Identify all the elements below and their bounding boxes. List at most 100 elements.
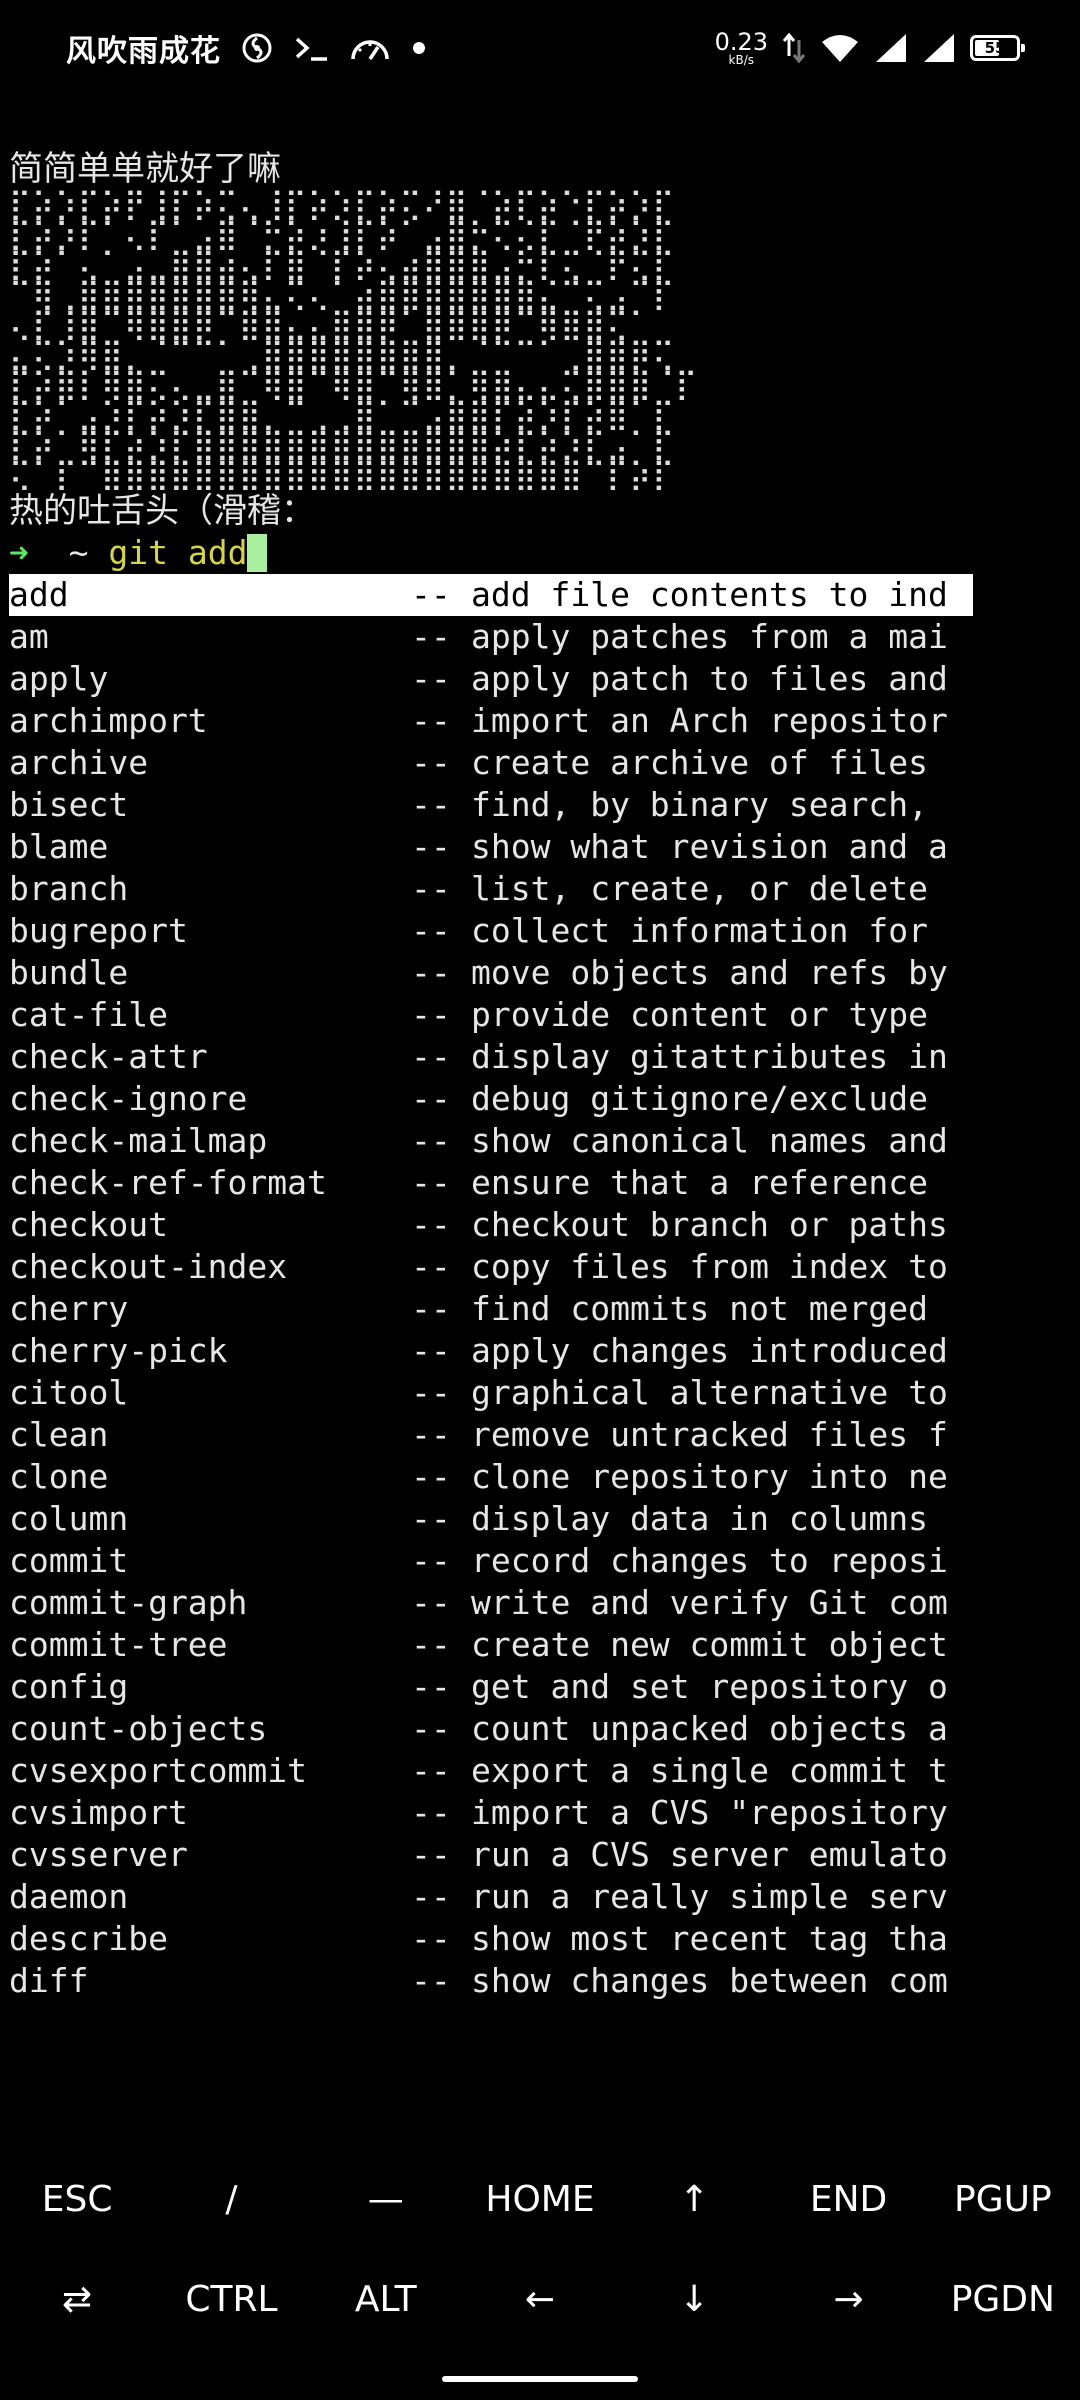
completion-item[interactable]: clean -- remove untracked files f (9, 1414, 973, 1456)
completion-item[interactable]: check-ref-format -- ensure that a referenc… (9, 1162, 973, 1204)
completion-separator: -- (411, 1373, 451, 1412)
completion-item[interactable]: check-ignore -- debug gitignore/exclude (9, 1078, 973, 1120)
arrow-left-key[interactable]: ← (463, 2250, 617, 2350)
slash-key[interactable]: / (154, 2150, 308, 2250)
completion-item[interactable]: cvsimport -- import a CVS "repository (9, 1792, 973, 1834)
completion-separator: -- (411, 1793, 451, 1832)
completion-item[interactable]: describe -- show most recent tag tha (9, 1918, 973, 1960)
completion-item[interactable]: bisect -- find, by binary search, (9, 784, 973, 826)
completion-item[interactable]: am -- apply patches from a mai (9, 616, 973, 658)
completion-name: cvsimport (9, 1793, 188, 1832)
terminal-output[interactable]: 简简单单就好了嘛 ⡏⡵⡱⡏⡵⡟⢸⡏⡵⢍⢄⢸⡏⡵⡱⡏⡵⢍⠜⣿⠈⡵⡏⡵⠑⡏⡵⡱⡏ ⡏⡵… (9, 148, 1071, 2128)
motd-line: 热的吐舌头（滑稽： (9, 491, 315, 531)
ascii-art-line: ⡏⡵⠁⢄⠁⣠⣀⣿⣿⣴⢄⡏⣿⠈⡏⡵⢄⣴⣿⣿⣿⣠⡓⡏⢍⠈⡟⢍⡏ (9, 247, 676, 282)
completion-item[interactable]: count-objects -- count unpacked objects a (9, 1708, 973, 1750)
completion-description: show changes between com (471, 1961, 948, 2000)
completion-name: check-ignore (9, 1079, 248, 1118)
completion-separator: -- (411, 1415, 451, 1454)
arrow-right-key[interactable]: → (771, 2250, 925, 2350)
completion-item[interactable]: check-attr -- display gitattributes in (9, 1036, 973, 1078)
tab-key[interactable]: ⇄ (0, 2250, 154, 2350)
extra-keys-row: ⇄ CTRL ALT ← ↓ → PGDN (0, 2250, 1080, 2350)
completion-name: branch (9, 869, 129, 908)
completion-item[interactable]: bundle -- move objects and refs by (9, 952, 973, 994)
extra-keys-row: ESC / — HOME ↑ END PGUP (0, 2150, 1080, 2250)
completion-description: ensure that a reference (471, 1163, 928, 1202)
signal-icon (922, 26, 956, 70)
completion-separator: -- (411, 1499, 451, 1538)
network-speed: 0.23 kB/s (715, 30, 768, 66)
page-down-key[interactable]: PGDN (926, 2250, 1080, 2350)
completion-item[interactable]: archive -- create archive of files (9, 742, 973, 784)
completion-item[interactable]: check-mailmap -- show canonical names and (9, 1120, 973, 1162)
status-bar-right: 0.23 kB/s 55 (715, 26, 1025, 70)
completion-description: show what revision and a (471, 827, 948, 866)
completion-item[interactable]: blame -- show what revision and a (9, 826, 973, 868)
arrow-down-key[interactable]: ↓ (617, 2250, 771, 2350)
completion-description: run a CVS server emulato (471, 1835, 948, 1874)
completion-item[interactable]: config -- get and set repository o (9, 1666, 973, 1708)
ascii-art-line: ⠉⢿⢀⣿⣿⣿⣿⣿⣿⣿⢿⣄⢍⢄⠁⣴⣿⣿⣿⣿⣿⣿⣿⣌⠉⢍⣠⠉⡏ (9, 277, 676, 312)
completion-item[interactable]: cherry-pick -- apply changes introduced (9, 1330, 973, 1372)
end-key[interactable]: END (771, 2150, 925, 2250)
completion-item[interactable]: cat-file -- provide content or type (9, 994, 973, 1036)
completion-item[interactable]: archimport -- import an Arch repositor (9, 700, 973, 742)
completion-item[interactable]: commit-tree -- create new commit object (9, 1624, 973, 1666)
dash-key[interactable]: — (309, 2150, 463, 2250)
completion-item[interactable]: citool -- graphical alternative to (9, 1372, 973, 1414)
alt-key[interactable]: ALT (309, 2250, 463, 2350)
status-bar-title: 风吹雨成花 (66, 34, 221, 69)
completion-item[interactable]: daemon -- run a really simple serv (9, 1876, 973, 1918)
arrow-up-key[interactable]: ↑ (617, 2150, 771, 2250)
completion-item[interactable]: checkout-index -- copy files from index to (9, 1246, 973, 1288)
page-up-key[interactable]: PGUP (926, 2150, 1080, 2250)
completion-item[interactable]: column -- display data in columns (9, 1498, 973, 1540)
shell-prompt[interactable]: ➜ ~ git add (9, 532, 1071, 574)
completion-item[interactable]: diff -- show changes between com (9, 1960, 973, 2002)
completion-description: move objects and refs by (471, 953, 948, 992)
ascii-art-line: ⡏⡵⣿⡇⢿⣿⢍⢄⣀⣿⠉⢿⣿⠉⢿⣿⠉⢿⣿⡁⢿⣿⣄⣄⢍⣿⣿⣿⠈⡏ (9, 367, 699, 402)
completion-item[interactable]: checkout -- checkout branch or paths (9, 1204, 973, 1246)
completion-description: list, create, or delete (471, 869, 928, 908)
ctrl-key[interactable]: CTRL (154, 2250, 308, 2350)
completion-name: cherry (9, 1289, 129, 1328)
completion-separator: -- (411, 1205, 451, 1244)
completion-separator: -- (411, 1961, 451, 2000)
completion-item[interactable]: commit-graph -- write and verify Git com (9, 1582, 973, 1624)
completion-name: commit-tree (9, 1625, 228, 1664)
completion-item[interactable]: cvsexportcommit -- export a single commit … (9, 1750, 973, 1792)
esc-key[interactable]: ESC (0, 2150, 154, 2250)
battery-icon: 55 (970, 35, 1025, 61)
completion-separator: -- (411, 617, 451, 656)
ascii-art-line: ⣄⢍⡱⢿⣿⡀⠈⠉⠉⠁⢀⣿⣿⣿⣿⣿⣿⣿⣿⡀⠈⠉⠉⠁⢀⣿⣿⡿⢍ (9, 337, 676, 372)
completion-description: show canonical names and (471, 1121, 948, 1160)
completion-item[interactable]: apply -- apply patch to files and (9, 658, 973, 700)
home-indicator[interactable] (442, 2376, 638, 2382)
completion-item[interactable]: bugreport -- collect information for (9, 910, 973, 952)
completion-name: daemon (9, 1877, 129, 1916)
completion-list[interactable]: add -- add file contents to ind am -- apply p… (9, 574, 1071, 2002)
completion-item[interactable]: clone -- clone repository into ne (9, 1456, 973, 1498)
home-key[interactable]: HOME (463, 2150, 617, 2250)
completion-item[interactable]: branch -- list, create, or delete (9, 868, 973, 910)
completion-separator: -- (411, 743, 451, 782)
completion-name: check-mailmap (9, 1121, 268, 1160)
wifi-icon (820, 26, 860, 70)
completion-name: apply (9, 659, 109, 698)
completion-description: apply patches from a mai (471, 617, 948, 656)
completion-name: checkout-index (9, 1247, 288, 1286)
completion-separator: -- (411, 1121, 451, 1160)
completion-item[interactable]: commit -- record changes to reposi (9, 1540, 973, 1582)
completion-separator: -- (411, 701, 451, 740)
completion-item[interactable]: cherry -- find commits not merged (9, 1288, 973, 1330)
completion-description: create new commit object (471, 1625, 948, 1664)
completion-description: show most recent tag tha (471, 1919, 948, 1958)
prompt-command: git add (108, 533, 248, 572)
completion-item[interactable]: add -- add file contents to ind (9, 574, 973, 616)
completion-description: run a really simple serv (471, 1877, 948, 1916)
completion-name: check-ref-format (9, 1163, 327, 1202)
completion-item[interactable]: cvsserver -- run a CVS server emulato (9, 1834, 973, 1876)
completion-description: record changes to reposi (471, 1541, 948, 1580)
completion-description: add file contents to ind (471, 575, 948, 614)
completion-separator: -- (411, 1247, 451, 1286)
